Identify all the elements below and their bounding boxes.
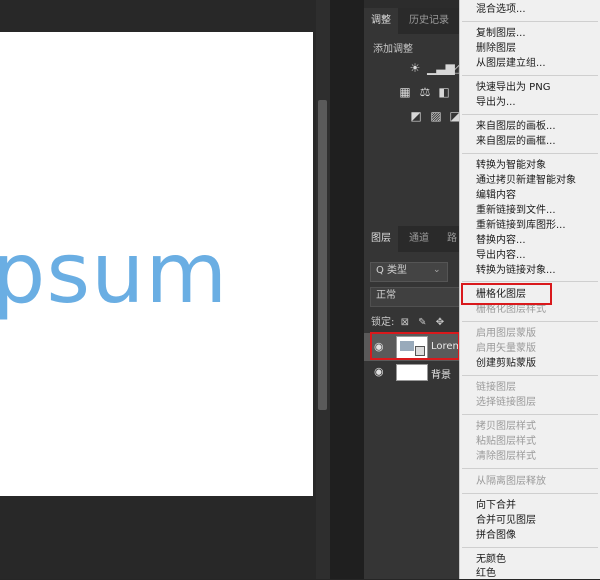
menu-item-convert-to-linked[interactable]: 转换为链接对象... [476,264,556,277]
menu-item-select-linked-layers[interactable]: 选择链接图层 [476,396,536,409]
menu-separator [462,493,598,494]
menu-item-merge-visible[interactable]: 合并可见图层 [476,514,536,527]
panel-top-strip [364,0,460,8]
highlight-box-layer [370,332,460,360]
menu-separator [462,375,598,376]
menu-separator [462,75,598,76]
menu-separator [462,114,598,115]
menu-item-paste-layer-style[interactable]: 粘贴图层样式 [476,435,536,448]
menu-item-relink-to-library[interactable]: 重新链接到库图形... [476,219,566,232]
canvas-text-layer: psum [0,224,229,322]
menu-separator [462,468,598,469]
menu-item-export-contents[interactable]: 导出内容... [476,249,526,262]
menu-separator [462,281,598,282]
menu-item-enable-layer-mask[interactable]: 启用图层蒙版 [476,327,536,340]
menu-item-new-smart-object-via-copy[interactable]: 通过拷贝新建智能对象 [476,174,576,187]
tab-layers[interactable]: 图层 [364,226,398,252]
menu-separator [462,153,598,154]
menu-item-no-color[interactable]: 无颜色 [476,553,506,566]
hue-saturation-icon[interactable]: ▦ [398,86,412,98]
menu-item-link-layers[interactable]: 链接图层 [476,381,516,394]
lock-row: 锁定: ⊠ ✎ ✥ [371,313,444,328]
menu-item-merge-down[interactable]: 向下合并 [476,499,516,512]
blend-mode-value: 正常 [376,290,396,301]
tab-channels[interactable]: 通道 [402,226,436,252]
highlight-box-menu [461,283,552,305]
visibility-eye-icon[interactable]: ◉ [374,365,384,378]
menu-item-duplicate-layer[interactable]: 复制图层... [476,27,526,40]
black-white-icon[interactable]: ◧ [437,86,451,98]
menu-item-blending-options[interactable]: 混合选项... [476,3,526,16]
menu-item-enable-vector-mask[interactable]: 启用矢量蒙版 [476,342,536,355]
menu-item-artboard-from-layers[interactable]: 来自图层的画板... [476,120,556,133]
menu-separator [462,21,598,22]
menu-item-create-clipping-mask[interactable]: 创建剪贴蒙版 [476,357,536,370]
layer-filter-label: Q 类型 [376,265,408,276]
lock-label: 锁定: [371,317,395,328]
lock-position-icon[interactable]: ✥ [436,317,444,328]
menu-separator [462,547,598,548]
menu-item-edit-contents[interactable]: 编辑内容 [476,189,516,202]
layer-name[interactable]: 背景 [431,366,451,381]
menu-item-copy-layer-style[interactable]: 拷贝图层样式 [476,420,536,433]
menu-item-release-from-isolation[interactable]: 从隔离图层释放 [476,475,546,488]
lock-transparent-icon[interactable]: ⊠ [401,317,409,328]
menu-item-convert-smart-object[interactable]: 转换为智能对象 [476,159,546,172]
tab-history[interactable]: 历史记录 [402,8,456,34]
background-thumbnail [396,364,428,381]
layers-tabbar: 图层 通道 路 [364,226,460,252]
invert-icon[interactable]: ◩ [409,110,423,122]
menu-item-quick-export-png[interactable]: 快速导出为 PNG [476,81,550,94]
document-canvas[interactable]: psum [0,32,313,496]
levels-icon[interactable]: ▁▃▆ [427,62,455,74]
color-balance-icon[interactable]: ⚖ [418,86,432,98]
chevron-down-icon: ⌄ [433,265,441,275]
menu-item-clear-layer-style[interactable]: 清除图层样式 [476,450,536,463]
tab-adjustments[interactable]: 调整 [364,8,398,34]
menu-separator [462,414,598,415]
panel-dock-gap [330,0,364,579]
menu-item-group-from-layers[interactable]: 从图层建立组... [476,57,546,70]
adjustments-title: 添加调整 [373,44,413,55]
menu-item-export-as[interactable]: 导出为... [476,96,516,109]
brightness-icon[interactable]: ☀ [408,62,422,74]
menu-item-delete-layer[interactable]: 删除图层 [476,42,516,55]
menu-item-replace-contents[interactable]: 替换内容... [476,234,526,247]
gradient-map-icon[interactable]: ▨ [429,110,443,122]
adjustments-tabbar: 调整 历史记录 [364,8,460,34]
scrollbar-thumb[interactable] [318,100,327,410]
menu-item-red[interactable]: 红色 [476,567,496,580]
menu-item-flatten-image[interactable]: 拼合图像 [476,529,516,542]
menu-item-relink-to-file[interactable]: 重新链接到文件... [476,204,556,217]
menu-separator [462,321,598,322]
lock-paint-icon[interactable]: ✎ [418,317,426,328]
menu-item-frame-from-layers[interactable]: 来自图层的画框... [476,135,556,148]
